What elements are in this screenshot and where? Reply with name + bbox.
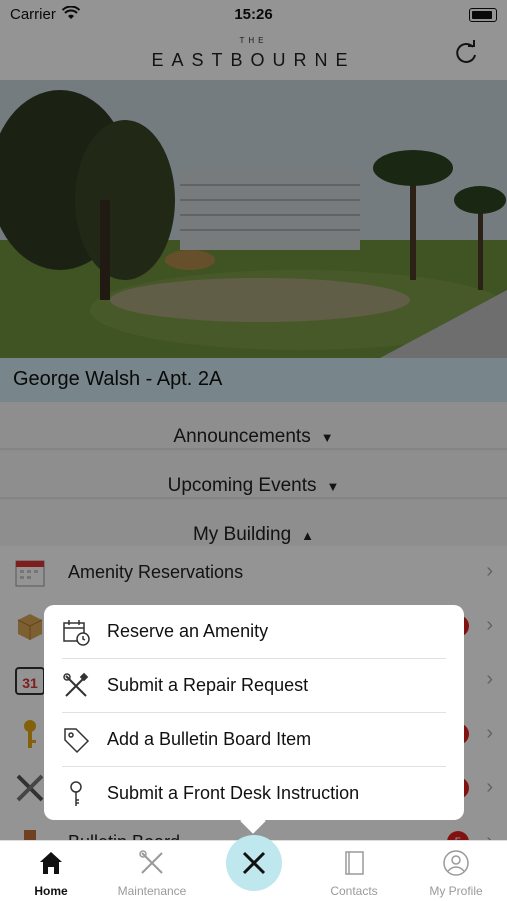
tab-maintenance[interactable]: Maintenance xyxy=(102,841,202,901)
menu-item-label: Submit a Front Desk Instruction xyxy=(107,783,360,803)
tab-label: Maintenance xyxy=(117,884,187,898)
tab-label: My Profile xyxy=(429,884,483,898)
tag-icon xyxy=(64,728,90,754)
home-icon xyxy=(40,852,62,874)
tab-home[interactable]: Home xyxy=(1,841,101,901)
wrench-screwdriver-icon xyxy=(63,672,89,697)
key-icon xyxy=(70,781,82,806)
menu-item-label: Add a Bulletin Board Item xyxy=(107,729,312,749)
menu-item-repair-request[interactable]: Submit a Repair Request xyxy=(62,659,446,713)
tab-contacts[interactable]: Contacts xyxy=(304,841,404,901)
tab-my-profile[interactable]: My Profile xyxy=(406,841,506,901)
tab-label: Contacts xyxy=(330,884,378,898)
calendar-clock-icon xyxy=(63,620,90,646)
tab-label: Home xyxy=(34,884,68,898)
profile-icon xyxy=(443,850,469,876)
close-menu-button[interactable] xyxy=(226,835,282,891)
quick-actions-menu: Reserve an Amenity Submit a Repair Reque… xyxy=(44,605,464,820)
menu-item-label: Reserve an Amenity xyxy=(107,621,269,641)
menu-item-bulletin-board[interactable]: Add a Bulletin Board Item xyxy=(62,713,446,767)
contacts-book-icon xyxy=(345,851,364,875)
menu-item-front-desk-instruction[interactable]: Submit a Front Desk Instruction xyxy=(62,767,446,820)
menu-item-label: Submit a Repair Request xyxy=(107,675,309,695)
tools-icon xyxy=(139,850,163,874)
close-icon xyxy=(242,851,266,875)
menu-item-reserve-amenity[interactable]: Reserve an Amenity xyxy=(62,605,446,659)
